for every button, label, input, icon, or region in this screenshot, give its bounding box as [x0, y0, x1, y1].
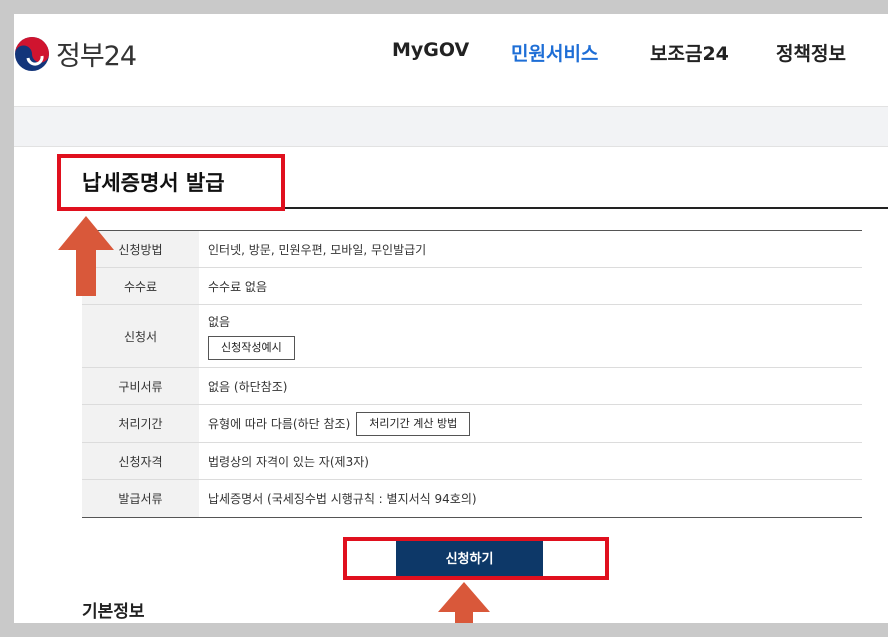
- row-value: 인터넷, 방문, 민원우편, 모바일, 무인발급기: [199, 230, 862, 268]
- nav-policy-info[interactable]: 정책정보: [776, 39, 846, 66]
- row-value: 없음: [208, 314, 231, 329]
- service-info-table: 신청방법 인터넷, 방문, 민원우편, 모바일, 무인발급기 수수료 수수료 없…: [82, 230, 862, 518]
- row-label: 신청자격: [82, 442, 199, 480]
- row-value: 납세증명서 (국세징수법 시행규칙 : 별지서식 94호의): [208, 492, 477, 506]
- table-row: 구비서류 없음 (하단참조): [82, 367, 862, 405]
- row-value-cell: 유형에 따라 다름(하단 참조) 처리기간 계산 방법: [199, 404, 862, 443]
- site-header: 정부24 MyGOV 민원서비스 보조금24 정책정보: [14, 14, 888, 106]
- title-highlight-box: [57, 154, 285, 211]
- row-value: 수수료 없음: [199, 267, 862, 305]
- table-row: 신청자격 법령상의 자격이 있는 자(제3자): [82, 442, 862, 480]
- table-row: 신청방법 인터넷, 방문, 민원우편, 모바일, 무인발급기: [82, 230, 862, 268]
- arrow-up-icon: [438, 582, 490, 623]
- arrow-up-icon: [58, 216, 114, 296]
- breadcrumb-band: [14, 106, 888, 147]
- row-value: 법령상의 자격이 있는 자(제3자): [199, 442, 862, 480]
- row-value: 유형에 따라 다름(하단 참조): [208, 417, 351, 431]
- processing-time-calc-button[interactable]: 처리기간 계산 방법: [356, 411, 471, 436]
- row-label: 처리기간: [82, 404, 199, 443]
- table-row: 수수료 수수료 없음: [82, 267, 862, 305]
- site-logo[interactable]: 정부24: [14, 34, 137, 73]
- row-value: 없음 (하단참조): [199, 367, 862, 405]
- form-example-button[interactable]: 신청작성예시: [208, 335, 295, 360]
- apply-highlight-box: [343, 537, 609, 580]
- row-value-cell: 없음 신청작성예시: [199, 304, 862, 368]
- logo-text: 정부24: [56, 41, 137, 72]
- row-label: 신청서: [82, 304, 199, 368]
- nav-mygov[interactable]: MyGOV: [392, 39, 469, 61]
- row-label: 구비서류: [82, 367, 199, 405]
- row-label: 발급서류: [82, 479, 199, 518]
- section-title-basic-info: 기본정보: [82, 602, 145, 622]
- nav-civil-service[interactable]: 민원서비스: [511, 39, 598, 66]
- table-row: 발급서류 납세증명서 (국세징수법 시행규칙 : 별지서식 94호의): [82, 479, 862, 518]
- table-row: 신청서 없음 신청작성예시: [82, 304, 862, 368]
- taegeuk-logo-icon: [15, 36, 49, 71]
- table-row: 처리기간 유형에 따라 다름(하단 참조) 처리기간 계산 방법: [82, 404, 862, 443]
- browser-viewport: 정부24 MyGOV 민원서비스 보조금24 정책정보 납세증명서 발급 신청방…: [14, 14, 888, 623]
- nav-subsidy24[interactable]: 보조금24: [650, 39, 729, 66]
